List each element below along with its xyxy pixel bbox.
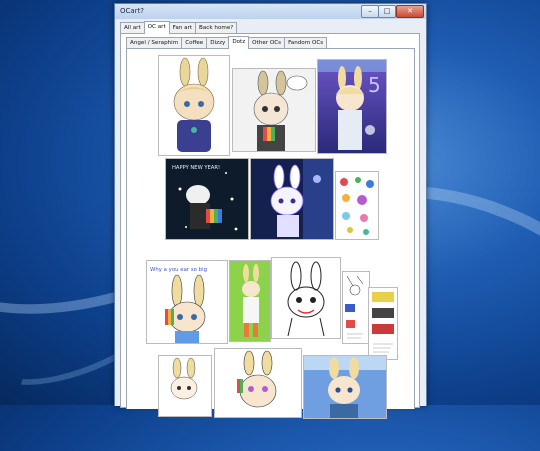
tab-oc-art[interactable]: OC art bbox=[143, 21, 170, 34]
gallery-window: OCart? – □ ✕ All art OC art Fan art Back ho… bbox=[114, 3, 427, 419]
game-logo-collage bbox=[369, 288, 397, 359]
bunny-character-drawing bbox=[251, 159, 333, 239]
artwork-thumbnail[interactable] bbox=[271, 257, 341, 339]
bunny-sketch bbox=[272, 258, 340, 338]
artwork-thumbnail[interactable] bbox=[335, 171, 379, 240]
artwork-thumbnail[interactable] bbox=[158, 355, 212, 417]
bunny-character-drawing bbox=[233, 69, 315, 151]
big-ears-text: Why a you ear so big bbox=[150, 267, 207, 273]
close-button[interactable]: ✕ bbox=[396, 5, 424, 18]
window-title: OCart? bbox=[120, 7, 145, 15]
artwork-thumbnail[interactable] bbox=[250, 158, 334, 240]
artwork-thumbnail[interactable] bbox=[303, 355, 387, 419]
bunny-character-drawing bbox=[304, 356, 386, 418]
artwork-thumbnail[interactable] bbox=[232, 68, 316, 152]
artwork-thumbnail[interactable]: HAPPY NEW YEAR! bbox=[165, 158, 249, 240]
bunny-character-drawing: 5 bbox=[318, 60, 386, 153]
minimize-button[interactable]: – bbox=[361, 5, 379, 18]
dotz-gallery: 5 HAPPY NEW YEAR! Why a you ear so big bbox=[126, 48, 415, 419]
new-year-text: HAPPY NEW YEAR! bbox=[172, 165, 220, 171]
bunny-character-drawing: Why a you ear so big bbox=[147, 261, 227, 343]
bunny-character-drawing bbox=[230, 261, 270, 341]
artwork-thumbnail[interactable] bbox=[368, 287, 398, 360]
sketch-collage bbox=[343, 272, 369, 343]
artwork-thumbnail[interactable] bbox=[214, 348, 302, 418]
artwork-thumbnail[interactable] bbox=[342, 271, 370, 344]
bunny-character-drawing bbox=[215, 349, 301, 417]
sticker-sheet bbox=[336, 172, 378, 239]
tab-dotz[interactable]: Dotz bbox=[228, 36, 250, 49]
new-year-artwork: HAPPY NEW YEAR! bbox=[166, 159, 248, 239]
artwork-thumbnail[interactable]: 5 bbox=[317, 59, 387, 154]
artwork-thumbnail[interactable] bbox=[229, 260, 271, 342]
artwork-thumbnail[interactable]: Why a you ear so big bbox=[146, 260, 228, 344]
title-bar[interactable]: OCart? – □ ✕ bbox=[115, 4, 426, 19]
bunny-character-drawing bbox=[159, 56, 229, 155]
oc-art-panel: Angel / Seraphim Coffee Dizzy Dotz Other OCs… bbox=[120, 33, 420, 419]
artwork-thumbnail[interactable] bbox=[158, 55, 230, 156]
bunny-sketch bbox=[159, 356, 211, 416]
number-text: 5 bbox=[368, 73, 381, 97]
maximize-button[interactable]: □ bbox=[378, 5, 396, 18]
